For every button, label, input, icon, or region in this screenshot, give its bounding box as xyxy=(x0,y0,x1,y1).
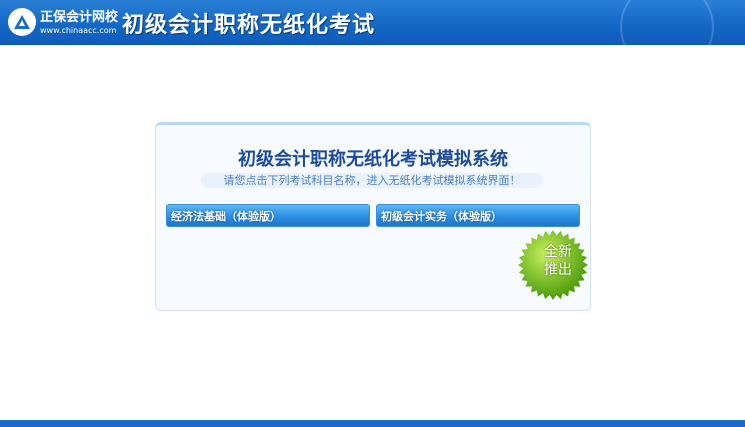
logo-icon xyxy=(8,8,36,36)
badge-line2: 推出 xyxy=(544,262,572,278)
accounting-practice-button[interactable]: 初级会计实务（体验版） xyxy=(376,204,580,227)
new-badge-text: 全新 推出 xyxy=(538,243,578,279)
panel-title: 初级会计职称无纸化考试模拟系统 xyxy=(238,149,508,170)
header-banner: 正保会计网校 www.chinaacc.com 初级会计职称无纸化考试 xyxy=(0,0,745,45)
brand-url: www.chinaacc.com xyxy=(40,26,117,35)
exam-panel: 初级会计职称无纸化考试模拟系统 请您点击下列考试科目名称，进入无纸化考试模拟系统… xyxy=(155,122,591,311)
globe-decoration xyxy=(620,0,714,45)
header-title: 初级会计职称无纸化考试 xyxy=(122,13,376,38)
footer-bar xyxy=(0,420,745,427)
economic-law-button[interactable]: 经济法基础（体验版） xyxy=(166,204,370,227)
badge-line1: 全新 xyxy=(544,244,572,260)
brand-name: 正保会计网校 xyxy=(40,10,119,25)
panel-subtitle: 请您点击下列考试科目名称，进入无纸化考试模拟系统界面！ xyxy=(201,173,543,188)
